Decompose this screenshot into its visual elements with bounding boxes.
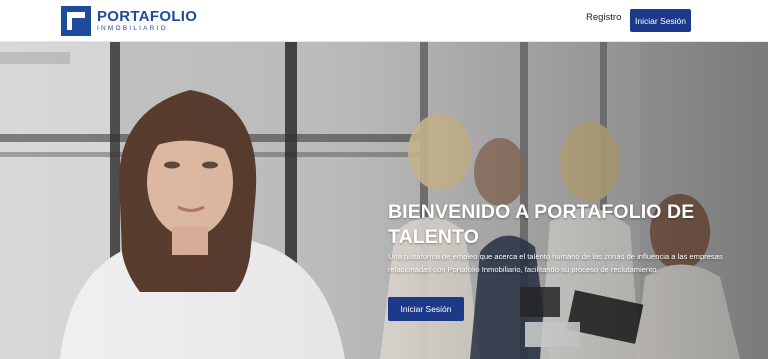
hero-description: Una plataforma de empleo que acerca el t… — [388, 252, 723, 274]
hero-title: BIENVENIDO A PORTAFOLIO DE TALENTO — [388, 201, 695, 248]
logo-title: PORTAFOLIO — [97, 8, 198, 26]
logo-subtitle: INMOBILIARIO — [97, 25, 168, 33]
hero-section: BIENVENIDO A PORTAFOLIO DE TALENTO Una p… — [0, 42, 768, 359]
hero-login-button[interactable]: Iniciar Sesión — [388, 297, 464, 321]
logo-text: PORTAFOLIO INMOBILIARIO — [97, 9, 197, 33]
top-navbar: PORTAFOLIO INMOBILIARIO Registro Iniciar… — [0, 0, 768, 42]
register-link[interactable]: Registro — [586, 12, 621, 23]
header-login-button[interactable]: Iniciar Sesión — [630, 9, 691, 32]
brand-logo[interactable]: PORTAFOLIO INMOBILIARIO — [61, 5, 197, 37]
logo-icon — [61, 6, 91, 36]
